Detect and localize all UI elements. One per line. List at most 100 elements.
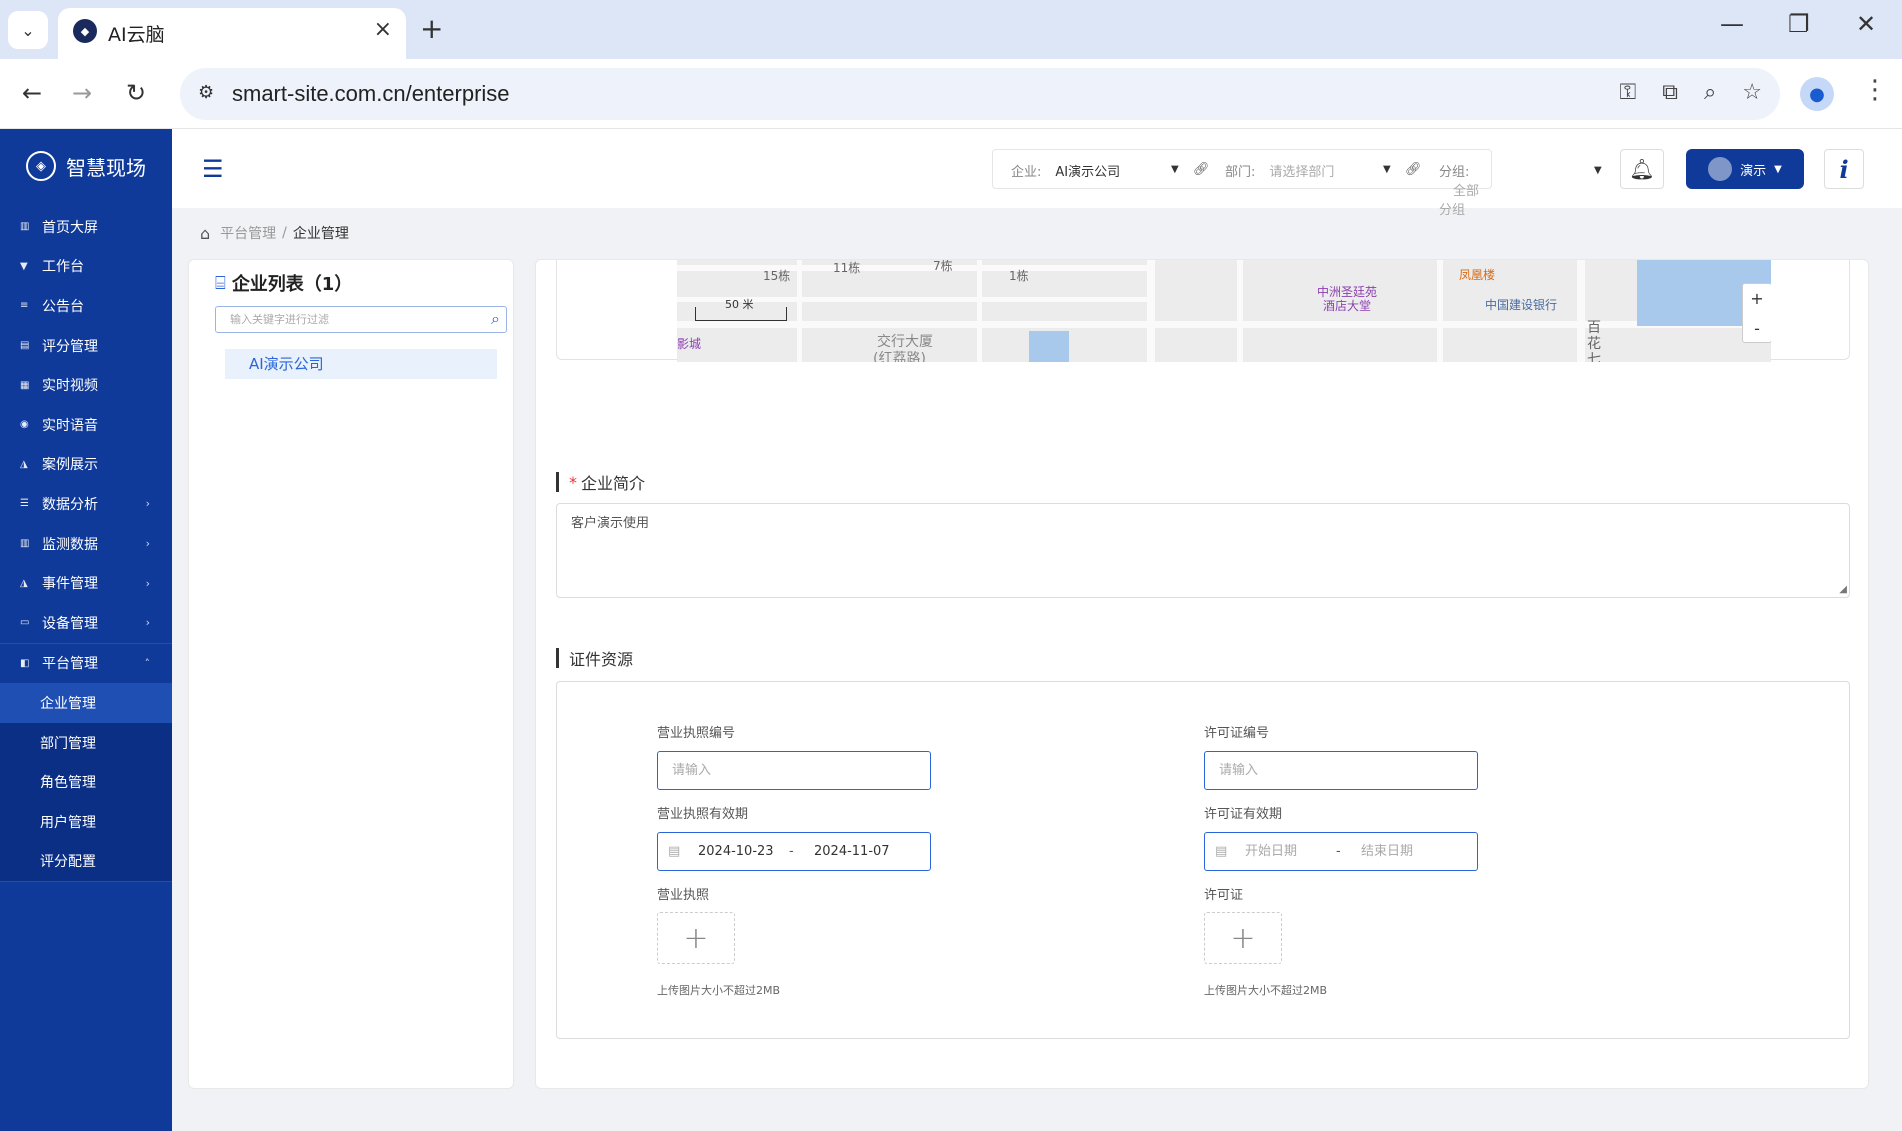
- search-icon[interactable]: ⌕: [491, 309, 500, 329]
- sidebar-item-dashboard[interactable]: ▥ 首页大屏: [0, 207, 172, 247]
- platform-submenu: 企业管理 部门管理 角色管理 用户管理 评分配置: [0, 683, 172, 883]
- home-icon[interactable]: ⌂: [200, 224, 210, 243]
- sidebar-item-cases[interactable]: ◮ 案例展示: [0, 445, 172, 485]
- sidebar-item-notice[interactable]: ≡ 公告台: [0, 286, 172, 326]
- company-select[interactable]: 企业: AI演示公司: [1011, 161, 1120, 180]
- permit-end-date[interactable]: 结束日期: [1361, 833, 1413, 870]
- minimize-icon[interactable]: —: [1720, 10, 1744, 38]
- sidebar-item-label: 数据分析: [42, 496, 98, 513]
- sidebar-item-enterprise[interactable]: 企业管理: [0, 683, 172, 723]
- group-label: 分组:: [1439, 165, 1470, 180]
- breadcrumb: ⌂ 平台管理 / 企业管理: [200, 223, 349, 243]
- license-end-date[interactable]: 2024-11-07: [814, 833, 890, 870]
- breadcrumb-parent[interactable]: 平台管理: [220, 223, 276, 243]
- link-icon[interactable]: 🔗︎: [1405, 162, 1422, 177]
- caret-down-icon[interactable]: ▼: [1383, 164, 1391, 175]
- plus-icon: +: [1230, 920, 1256, 956]
- menu-icon[interactable]: ⋮: [1862, 75, 1888, 105]
- notification-button[interactable]: 🔔︎: [1620, 149, 1664, 189]
- close-window-icon[interactable]: ✕: [1856, 10, 1876, 38]
- intro-textarea[interactable]: 客户演示使用 ◢: [556, 503, 1850, 598]
- caret-down-icon[interactable]: ▼: [1171, 164, 1179, 175]
- chevron-down-icon: ⌄: [21, 20, 35, 40]
- browser-tab[interactable]: ◆ AI云脑 ×: [58, 8, 406, 59]
- browser-tab-bar: ⌄ ◆ AI云脑 × + — ❐ ✕: [0, 0, 1902, 59]
- browser-toolbar: ← → ↻ ⚙ smart-site.com.cn/enterprise ⚿ ⧉…: [0, 59, 1902, 129]
- tab-list-button[interactable]: ⌄: [8, 11, 48, 49]
- section-bar: [556, 648, 559, 668]
- map-label: 凤凰楼: [1459, 268, 1496, 282]
- company-list-item[interactable]: AI演示公司: [225, 349, 497, 379]
- avatar: [1708, 157, 1733, 181]
- license-start-date[interactable]: 2024-10-23: [698, 833, 774, 870]
- restore-icon[interactable]: ❐: [1788, 10, 1810, 38]
- sidebar-item-live-audio[interactable]: ◉ 实时语音: [0, 405, 172, 445]
- reload-icon[interactable]: ↻: [126, 79, 146, 107]
- group-select[interactable]: 分组: 全部分组: [1439, 161, 1491, 218]
- forward-icon[interactable]: →: [72, 79, 92, 107]
- sidebar-item-role[interactable]: 角色管理: [0, 762, 172, 802]
- app-logo: ◈ 智慧现场: [26, 151, 146, 181]
- sidebar-item-live-video[interactable]: ▦ 实时视频: [0, 365, 172, 405]
- sidebar-item-analysis[interactable]: ☰ 数据分析 ›: [0, 484, 172, 524]
- new-tab-icon[interactable]: +: [420, 12, 443, 45]
- hamburger-icon[interactable]: ☰: [202, 155, 224, 183]
- sidebar-item-events[interactable]: ◮ 事件管理 ›: [0, 563, 172, 603]
- sidebar-item-workbench[interactable]: ▼ 工作台: [0, 247, 172, 287]
- sidebar-item-platform[interactable]: ◧ 平台管理 ˄: [0, 644, 172, 684]
- site-info-icon[interactable]: ⚙: [198, 82, 214, 103]
- zoom-out-button[interactable]: -: [1743, 314, 1771, 344]
- sidebar-item-label: 工作台: [42, 259, 84, 276]
- sidebar-menu: ▥ 首页大屏 ▼ 工作台 ≡ 公告台 ▤ 评分管理 ▦ 实时视频 ◉ 实时语音 ◮ 案例展示 …: [0, 207, 172, 883]
- permit-image-label: 许可证: [1204, 888, 1244, 903]
- permit-upload-button[interactable]: +: [1204, 912, 1282, 964]
- department-select[interactable]: 部门: 请选择部门: [1225, 161, 1334, 180]
- company-search-input[interactable]: [216, 307, 466, 332]
- close-tab-icon[interactable]: ×: [374, 17, 392, 42]
- sidebar-item-user[interactable]: 用户管理: [0, 802, 172, 842]
- cert-section-title: 证件资源: [556, 646, 633, 670]
- map-label: 15栋: [763, 269, 791, 283]
- caret-down-icon[interactable]: ▼: [1594, 165, 1602, 176]
- scoring-icon: ▤: [20, 340, 30, 352]
- map-zoom-control: + -: [1742, 283, 1771, 343]
- sidebar-item-scoring[interactable]: ▤ 评分管理: [0, 326, 172, 366]
- sidebar-item-label: 监测数据: [42, 536, 98, 553]
- building-icon: ⌸: [215, 272, 226, 294]
- license-upload-button[interactable]: +: [657, 912, 735, 964]
- zoom-in-button[interactable]: +: [1743, 284, 1771, 314]
- favicon-icon: ◆: [73, 19, 97, 43]
- sidebar-item-department[interactable]: 部门管理: [0, 723, 172, 763]
- address-bar[interactable]: ⚙ smart-site.com.cn/enterprise ⚿ ⧉ ⌕ ☆: [180, 68, 1780, 120]
- info-button[interactable]: i: [1824, 149, 1864, 189]
- permit-no-input[interactable]: 请输入: [1204, 751, 1478, 790]
- user-menu-button[interactable]: 演示 ▼: [1686, 149, 1804, 189]
- sidebar-item-monitoring[interactable]: ▥ 监测数据 ›: [0, 524, 172, 564]
- sidebar-item-label: 事件管理: [42, 576, 98, 593]
- link-icon[interactable]: 🔗︎: [1193, 162, 1210, 177]
- company-search: ⌕: [215, 306, 507, 333]
- map-container: 15栋 11栋 7栋 1栋 交行大厦 (红荔路) 影城 中洲圣廷苑 酒店大堂 凤…: [556, 260, 1850, 362]
- permit-date-range[interactable]: ▤ 开始日期 - 结束日期: [1204, 832, 1478, 871]
- map-label: 11栋: [833, 261, 861, 275]
- top-header: ☰ 企业: AI演示公司 ▼ 🔗︎ 部门: 请选择部门 ▼ 🔗︎ 分组: 全部分组 ▼…: [172, 129, 1902, 218]
- translate-icon[interactable]: ⧉: [1662, 80, 1678, 105]
- location-map[interactable]: 15栋 11栋 7栋 1栋 交行大厦 (红荔路) 影城 中洲圣廷苑 酒店大堂 凤…: [677, 260, 1771, 362]
- sidebar-item-score-config[interactable]: 评分配置: [0, 842, 172, 882]
- key-icon[interactable]: ⚿: [1619, 80, 1636, 105]
- breadcrumb-current: 企业管理: [292, 226, 349, 242]
- sidebar-item-devices[interactable]: ▭ 设备管理 ›: [0, 603, 172, 643]
- sidebar-item-label: 评分管理: [42, 338, 98, 355]
- resize-handle-icon[interactable]: ◢: [1839, 584, 1847, 595]
- permit-start-date[interactable]: 开始日期: [1245, 833, 1297, 870]
- back-icon[interactable]: ←: [22, 79, 42, 107]
- zoom-icon[interactable]: ⌕: [1704, 80, 1716, 105]
- url-text[interactable]: smart-site.com.cn/enterprise: [232, 81, 510, 107]
- sidebar-item-label: 用户管理: [40, 814, 96, 831]
- star-icon[interactable]: ☆: [1742, 80, 1762, 105]
- license-no-input[interactable]: 请输入: [657, 751, 931, 790]
- company-list-title-text: 企业列表（1）: [231, 274, 353, 295]
- license-date-range[interactable]: ▤ 2024-10-23 - 2024-11-07: [657, 832, 931, 871]
- profile-icon[interactable]: ●: [1800, 77, 1834, 111]
- dashboard-icon: ▥: [20, 221, 30, 233]
